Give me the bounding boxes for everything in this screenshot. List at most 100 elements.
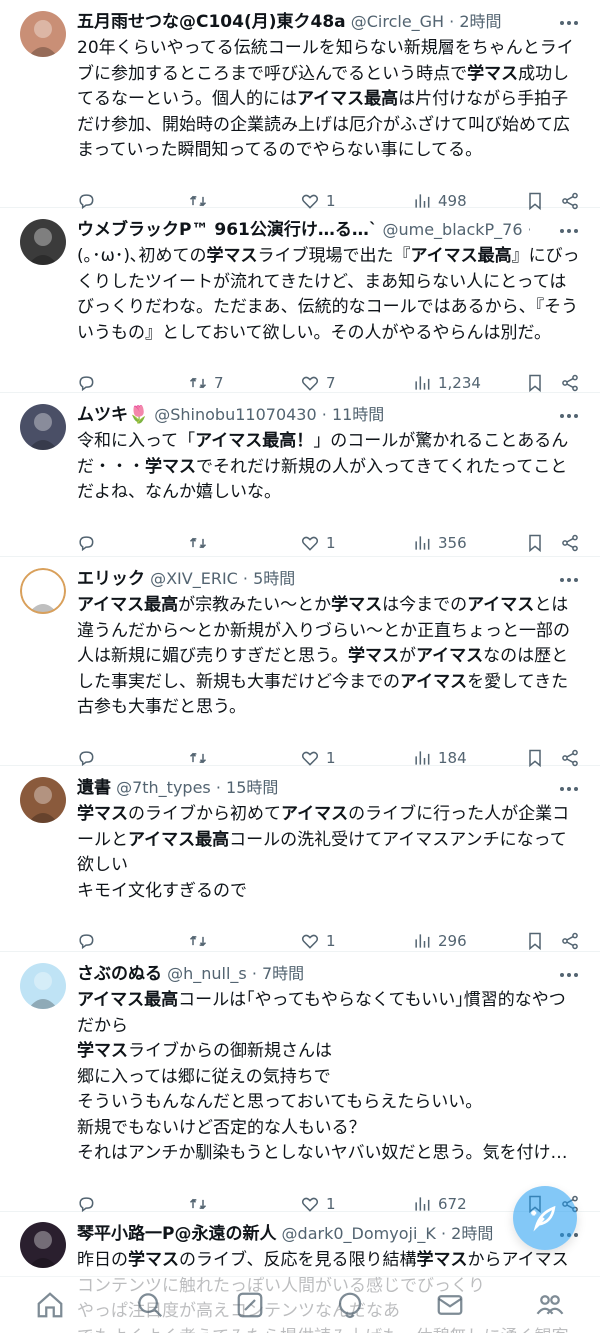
- likes-count: 1: [326, 932, 336, 950]
- more-options-button[interactable]: [558, 220, 580, 242]
- nav-messages[interactable]: [430, 1285, 470, 1325]
- share-button[interactable]: [560, 530, 580, 556]
- user-name[interactable]: エリック: [77, 569, 145, 589]
- user-handle[interactable]: @ume_blackP_76: [377, 220, 522, 239]
- more-options-button[interactable]: [558, 778, 580, 800]
- tweet-text-line: 違うんだから〜とか新規が入りづらい〜とか正直ちょっと一部の: [77, 619, 582, 645]
- avatar[interactable]: [20, 963, 66, 1009]
- tweet-text-line: (｡･ω･)､初めての学マスライブ現場で出た『アイマス最高』にびっ: [77, 244, 582, 270]
- tweet-card[interactable]: ウメブラックP™ 961公演行け…る…ˋ @ume_blackP_76 · 5時…: [0, 208, 600, 393]
- more-options-button[interactable]: [558, 12, 580, 34]
- share-icon: [562, 749, 578, 766]
- avatar[interactable]: [20, 777, 66, 823]
- user-handle[interactable]: @XIV_ERIC: [145, 569, 238, 588]
- avatar-image: [20, 777, 66, 823]
- user-name[interactable]: 五月雨せつな@C104(月)東ク48a: [77, 12, 346, 32]
- tweet-card[interactable]: さぶのぬる @h_null_s · 7時間 アイマス最高コールは｢やってもやらなく…: [0, 952, 600, 1213]
- timestamp[interactable]: 15時間: [226, 778, 278, 797]
- separator-dot: ·: [237, 569, 254, 588]
- tweet-text-line: 新規でもないけど否定的な人もいる？: [77, 1116, 582, 1142]
- user-handle[interactable]: @h_null_s: [162, 964, 247, 983]
- bookmark-button[interactable]: [525, 530, 545, 556]
- separator-dot: ·: [316, 405, 332, 424]
- timestamp[interactable]: 2時間: [451, 1224, 493, 1243]
- retweet-icon: [189, 537, 207, 548]
- highlighted-keyword: アイマス最高: [77, 595, 179, 615]
- communities-icon: [536, 1295, 564, 1315]
- user-handle[interactable]: @Shinobu11070430: [149, 405, 316, 424]
- reply-icon: [79, 750, 94, 766]
- bookmark-button[interactable]: [525, 928, 545, 954]
- highlighted-keyword: アイマス: [400, 671, 468, 692]
- like-button[interactable]: 1: [300, 530, 336, 556]
- text-segment: ライブ現場で出た『: [257, 246, 411, 266]
- text-segment: それはアンチか馴染もうとしないヤバい奴だと思う。気を付けて…: [77, 1143, 582, 1163]
- avatar-image: [20, 219, 66, 265]
- text-segment: 昨日の: [77, 1250, 128, 1270]
- text-segment: くりしたツイートが流れてきたけど、まあ知らない人にとっては: [77, 271, 567, 292]
- heart-icon: [301, 1197, 319, 1212]
- avatar[interactable]: [20, 11, 66, 57]
- tweet-card[interactable]: ムツキ🌷 @Shinobu11070430 · 11時間令和に入って「アイマス最…: [0, 393, 600, 557]
- text-segment: 』にびっ: [511, 246, 580, 266]
- user-handle[interactable]: @Circle_GH: [346, 12, 444, 31]
- user-handle[interactable]: @7th_types: [111, 778, 211, 797]
- user-name[interactable]: さぶのぬる: [77, 964, 162, 984]
- avatar[interactable]: [20, 568, 66, 614]
- user-handle[interactable]: @dark0_Domyoji_K: [276, 1224, 436, 1243]
- tweet-card[interactable]: エリック @XIV_ERIC · 5時間 アイマス最高が宗教みたい〜とか学マスは今…: [0, 557, 600, 767]
- tweet-card[interactable]: 遺書 @7th_types · 15時間 学マスのライブから初めてアイマスのライブ…: [0, 766, 600, 952]
- reply-button[interactable]: [76, 530, 102, 556]
- timestamp[interactable]: 7時間: [262, 964, 304, 983]
- reply-icon: [79, 1196, 94, 1212]
- tweet-text-line: くりしたツイートが流れてきたけど、まあ知らない人にとっては: [77, 270, 582, 296]
- user-name[interactable]: 琴平小路一P@永遠の新人: [77, 1224, 276, 1244]
- reply-button[interactable]: [76, 928, 102, 954]
- tweet-header: エリック @XIV_ERIC · 5時間: [77, 566, 530, 592]
- more-options-button[interactable]: [558, 964, 580, 986]
- text-segment: だよね、なんか嬉しいな。: [77, 482, 281, 502]
- more-dots-icon: [560, 973, 578, 977]
- views-button[interactable]: 356: [412, 530, 467, 556]
- share-button[interactable]: [560, 928, 580, 954]
- reply-icon: [79, 535, 94, 551]
- timestamp[interactable]: 5時間: [253, 569, 295, 588]
- tweet-text-line: だ・・・学マスでそれだけ新規の人が入ってきてくれたってこと: [77, 455, 582, 481]
- separator-dot: ·: [444, 12, 460, 31]
- user-name[interactable]: ムツキ🌷: [77, 405, 149, 425]
- nav-communities[interactable]: [530, 1285, 570, 1325]
- more-options-button[interactable]: [558, 569, 580, 591]
- compose-button[interactable]: [513, 1186, 577, 1250]
- avatar[interactable]: [20, 1222, 66, 1268]
- bookmark-icon: [529, 749, 541, 767]
- views-button[interactable]: 296: [412, 928, 467, 954]
- nav-search[interactable]: [130, 1285, 170, 1325]
- home-icon: [37, 1292, 63, 1318]
- avatar[interactable]: [20, 404, 66, 450]
- text-segment: でそれだけ新規の人が入ってきてくれたってこと: [196, 456, 568, 477]
- retweet-button[interactable]: [188, 530, 214, 556]
- tweet-header: ウメブラックP™ 961公演行け…る…ˋ @ume_blackP_76 · 5時…: [77, 217, 530, 243]
- tweet-header: 遺書 @7th_types · 15時間: [77, 775, 530, 801]
- tweet-text-line: 令和に入って「アイマス最高！」のコールが驚かれることあるん: [77, 429, 582, 455]
- nav-notifications[interactable]: [330, 1285, 370, 1325]
- user-name[interactable]: ウメブラックP™ 961公演行け…る…ˋ: [77, 220, 377, 240]
- timestamp[interactable]: 2時間: [459, 12, 501, 31]
- text-segment: のライブに行った人が企業コ: [348, 804, 570, 824]
- views-count: 672: [438, 1194, 467, 1213]
- user-name[interactable]: 遺書: [77, 778, 111, 798]
- text-segment: だ・・・: [77, 456, 145, 477]
- text-segment: だけ参加、開始時の企業読み上げは厄介がふざけて叫び始めて広: [77, 114, 570, 135]
- highlighted-keyword: アイマス: [281, 804, 349, 824]
- timestamp[interactable]: 11時間: [332, 405, 384, 424]
- retweet-button[interactable]: [188, 928, 214, 954]
- share-icon: [562, 534, 578, 551]
- nav-home[interactable]: [30, 1285, 70, 1325]
- like-button[interactable]: 1: [300, 928, 336, 954]
- more-options-button[interactable]: [558, 405, 580, 427]
- retweet-icon: [189, 935, 207, 947]
- nav-grok[interactable]: [230, 1285, 270, 1325]
- retweet-icon: [189, 752, 207, 763]
- tweet-card[interactable]: 五月雨せつな@C104(月)東ク48a @Circle_GH · 2時間 20年く…: [0, 0, 600, 210]
- avatar[interactable]: [20, 219, 66, 265]
